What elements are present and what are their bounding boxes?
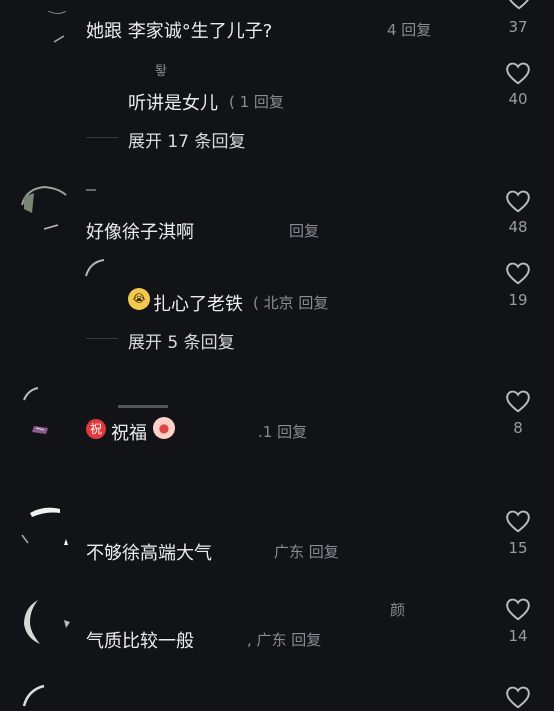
like-heart-icon[interactable]: [505, 597, 531, 621]
like-heart-icon[interactable]: [505, 261, 531, 285]
like-count: 40: [508, 90, 528, 108]
like-count: 37: [508, 18, 528, 36]
reply-emoji: 😭: [128, 288, 150, 310]
like-count: 48: [508, 218, 528, 236]
expand-divider: [86, 338, 118, 339]
reply-link[interactable]: .1 回复: [258, 421, 307, 442]
reply-text: 扎心了老铁: [153, 294, 243, 315]
like-heart-icon[interactable]: [505, 685, 531, 709]
comment-text: 祝福: [111, 423, 147, 444]
avatar-fragment[interactable]: [84, 258, 106, 278]
comment-text: 不够徐高端大气: [86, 543, 212, 564]
like-count: 19: [508, 291, 528, 309]
reply-link[interactable]: , 广东 回复: [247, 629, 321, 650]
reply-username[interactable]: 颜: [390, 599, 405, 620]
avatar-fragment: [47, 0, 67, 14]
like-heart-icon-partial[interactable]: [506, 0, 532, 10]
expand-replies-button[interactable]: 展开 5 条回复: [128, 328, 235, 353]
like-count: 15: [508, 539, 528, 557]
like-count: 8: [513, 419, 523, 437]
reply-text: 听讲是女儿: [128, 93, 218, 114]
avatar[interactable]: [20, 505, 70, 555]
avatar[interactable]: [20, 183, 68, 233]
peach-emoji: ●: [153, 417, 175, 439]
comment-emoji: 祝: [86, 418, 106, 439]
avatar[interactable]: [22, 386, 52, 438]
comment-text: 她跟 李家诚°生了儿子?: [86, 21, 273, 42]
reply-link[interactable]: 回复: [289, 220, 319, 241]
expand-replies-button[interactable]: 展开 17 条回复: [128, 127, 245, 152]
comment-text: 好像徐子淇啊: [86, 222, 194, 243]
like-heart-icon[interactable]: [505, 61, 531, 85]
avatar-fragment: [53, 28, 66, 43]
reply-link[interactable]: ( 北京 回复: [253, 292, 328, 313]
reply-link[interactable]: 4 回复: [387, 19, 431, 40]
username-fragment: [118, 405, 168, 408]
like-heart-icon[interactable]: [505, 389, 531, 413]
comment-text: 气质比较一般: [86, 631, 194, 652]
reply-link[interactable]: ( 1 回复: [229, 91, 284, 112]
like-heart-icon[interactable]: [505, 189, 531, 213]
like-count: 14: [508, 627, 528, 645]
reply-link[interactable]: 广东 回复: [274, 541, 339, 562]
avatar[interactable]: [18, 598, 72, 648]
like-heart-icon[interactable]: [505, 509, 531, 533]
expand-divider: [86, 137, 118, 138]
username-fragment: [86, 189, 96, 191]
avatar-fragment[interactable]: [22, 682, 46, 707]
reply-username[interactable]: 퇗: [155, 60, 167, 79]
